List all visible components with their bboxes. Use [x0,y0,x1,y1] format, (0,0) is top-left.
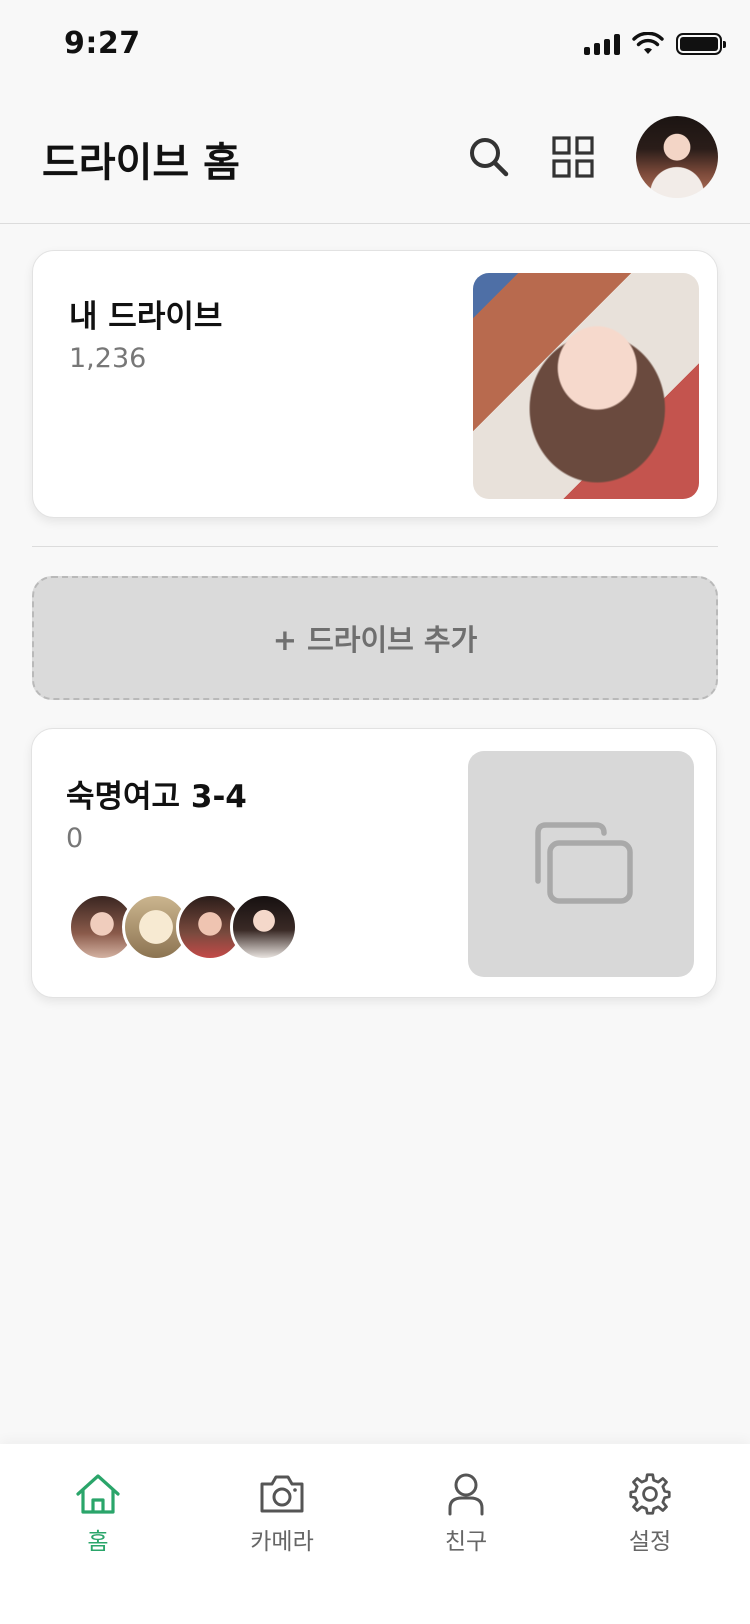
divider [32,546,718,547]
nav-friends[interactable]: 친구 [406,1472,526,1556]
nav-camera[interactable]: 카메라 [222,1472,342,1556]
profile-avatar[interactable] [636,116,718,198]
nav-home[interactable]: 홈 [38,1472,158,1556]
status-icons [584,32,726,56]
bottom-navigation: 홈 카메라 친구 설정 [0,1444,750,1624]
my-drive-card[interactable]: 내 드라이브 1,236 [32,250,718,518]
nav-home-label: 홈 [87,1529,109,1555]
page-title: 드라이브 홈 [42,140,240,186]
my-drive-count: 1,236 [69,343,147,374]
my-drive-thumbnail [473,273,699,499]
grid-view-button[interactable] [550,134,596,180]
member-avatar [230,893,298,961]
photos-placeholder-icon [535,822,633,904]
camera-icon [260,1475,304,1513]
shared-drive-card[interactable]: 숙명여고 3-4 0 [31,728,717,998]
nav-settings[interactable]: 설정 [590,1472,710,1556]
nav-friends-label: 친구 [444,1529,488,1555]
shared-drive-count: 0 [66,823,84,854]
member-avatars [68,893,298,961]
my-drive-title: 내 드라이브 [69,299,223,335]
battery-icon [676,33,726,55]
search-icon [470,138,509,177]
header: 드라이브 홈 [0,100,750,224]
status-time: 9:27 [64,26,141,61]
person-icon [448,1473,484,1516]
shared-drive-thumbnail [468,751,694,977]
add-drive-label: + 드라이브 추가 [272,623,478,657]
search-button[interactable] [466,134,512,180]
nav-camera-label: 카메라 [250,1529,314,1555]
wifi-icon [632,32,664,54]
shared-drive-title: 숙명여고 3-4 [66,779,247,815]
grid-icon [552,136,594,178]
add-drive-button[interactable]: + 드라이브 추가 [32,576,718,700]
home-icon [76,1474,120,1514]
cellular-signal-icon [584,33,620,55]
gear-icon [629,1473,671,1515]
status-bar: 9:27 [0,0,750,90]
nav-settings-label: 설정 [628,1529,672,1555]
